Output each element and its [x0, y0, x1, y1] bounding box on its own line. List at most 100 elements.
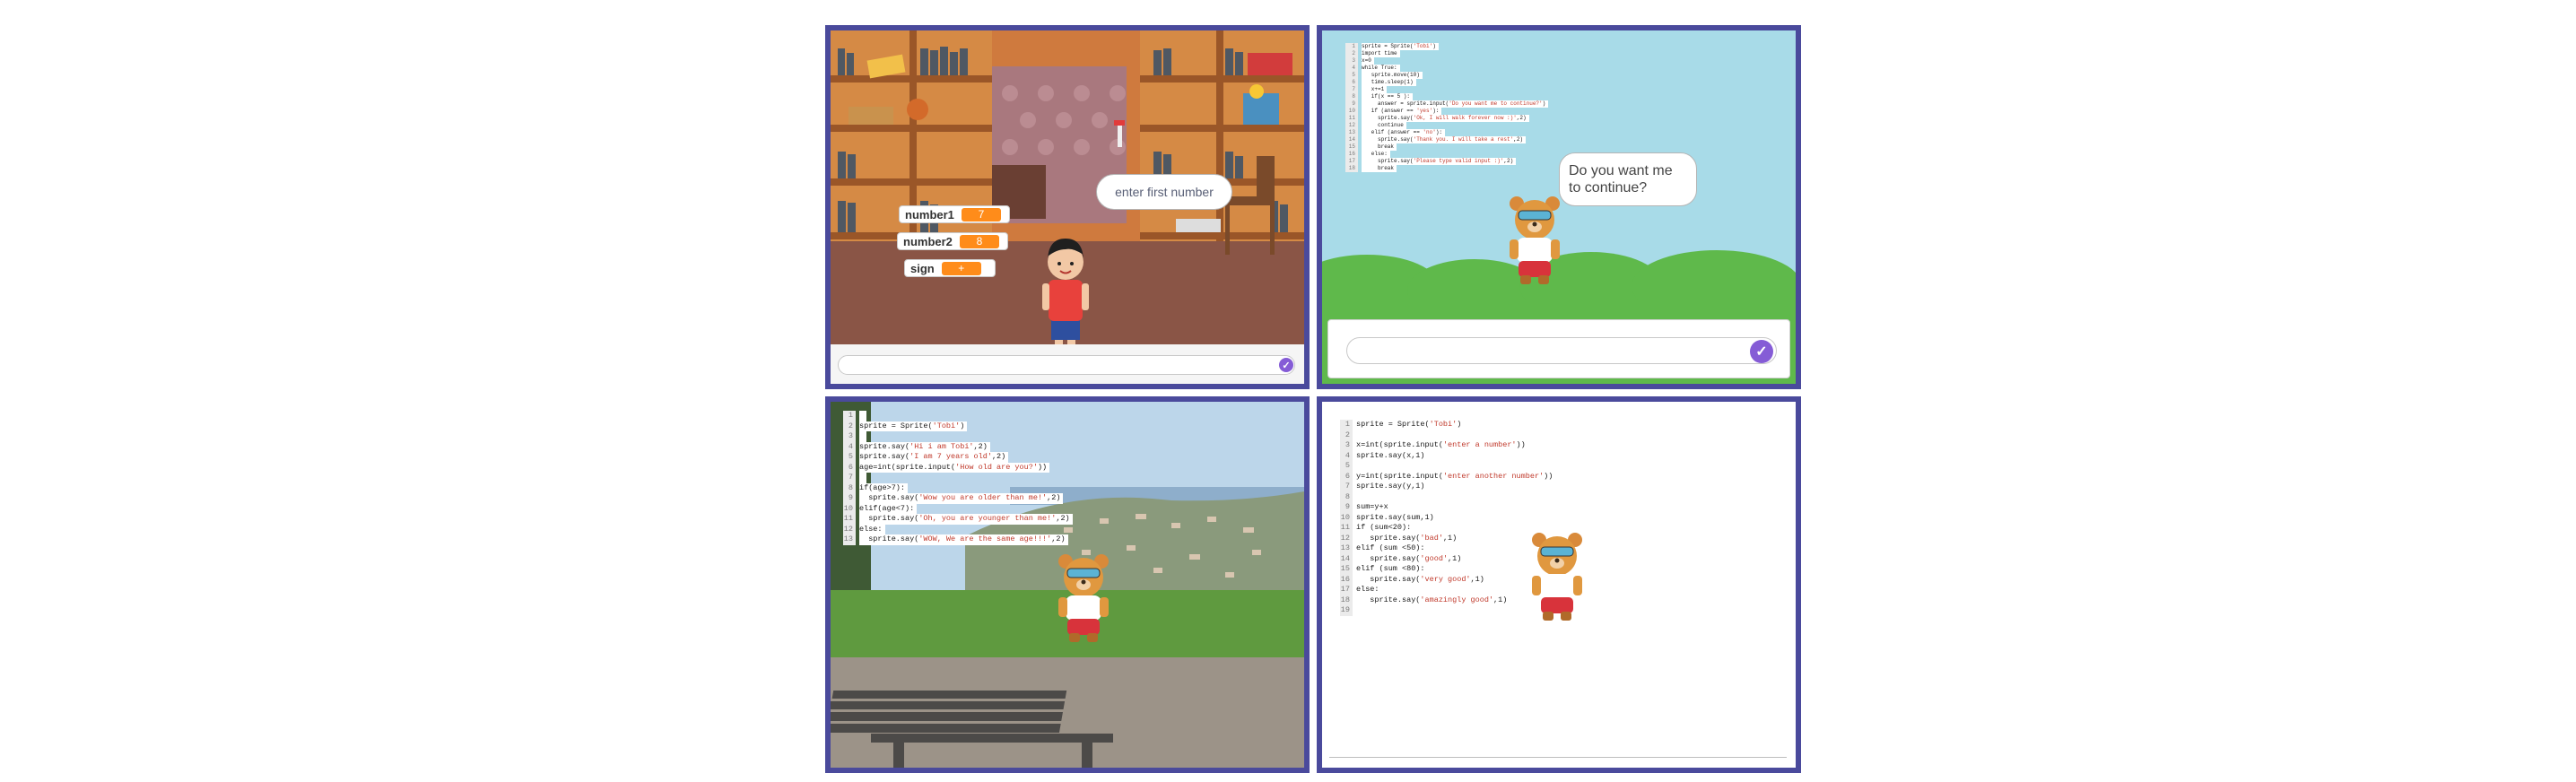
code-line: 3 x=0 [1345, 57, 1548, 65]
line-number: 15 [1340, 564, 1353, 575]
line-number: 1 [1340, 420, 1353, 430]
code-line: 5 sprite.say('I am 7 years old',2) [843, 452, 1073, 463]
line-number: 4 [1345, 65, 1358, 72]
line-number: 9 [1345, 100, 1358, 108]
code-text: sprite = Sprite('Tobi') [859, 421, 968, 431]
code-text: continue [1362, 122, 1406, 129]
code-text: x=0 [1362, 57, 1374, 65]
code-text: sprite = Sprite('Tobi') [1362, 43, 1439, 50]
code-text: sprite.say('WOW, We are the same age!!!'… [859, 534, 1068, 545]
line-number: 5 [1340, 461, 1353, 472]
code-text [859, 431, 867, 442]
line-number: 12 [1345, 122, 1358, 129]
code-text: sprite.say('good',1) [1356, 553, 1465, 564]
code-line: 2 import time [1345, 50, 1548, 57]
line-number: 17 [1340, 585, 1353, 595]
monitor-label: number2 [903, 234, 953, 248]
line-number: 12 [1340, 533, 1353, 543]
line-number: 9 [1340, 502, 1353, 513]
line-number: 2 [843, 421, 856, 431]
code-line: 15 break [1345, 143, 1548, 151]
code-line: 4 sprite.say(x,1) [1340, 450, 1555, 461]
line-number: 15 [1345, 143, 1358, 151]
line-number: 12 [843, 524, 856, 534]
code-line: 6 y=int(sprite.input('enter another numbe… [1340, 471, 1556, 482]
line-number: 5 [1345, 72, 1358, 79]
code-line: 7 x+=1 [1345, 86, 1548, 93]
code-line: 10 if (answer == 'yes'): [1345, 108, 1548, 115]
code-text [859, 473, 867, 483]
code-line: 9 answer = sprite.input('Do you want me … [1345, 100, 1549, 108]
code-line: 3 x=int(sprite.input('enter a number')) [1340, 440, 1555, 451]
line-number: 16 [1345, 151, 1358, 158]
line-number: 19 [1340, 605, 1353, 616]
line-number: 7 [1345, 86, 1358, 93]
code-line: 5 sprite.move(10) [1345, 72, 1548, 79]
answer-input[interactable] [838, 355, 1295, 375]
line-number: 3 [1345, 57, 1358, 65]
code-line: 13 elif (answer == 'no'): [1345, 129, 1548, 136]
code-text: else: [859, 524, 885, 534]
stage-panel-walk: 1 sprite = Sprite('Tobi') 2 import time 3 x=0… [1317, 25, 1801, 389]
code-line: 7 sprite.say(y,1) [1340, 482, 1555, 492]
code-line: 3 [843, 431, 1073, 442]
code-text: elif (sum <50): [1356, 543, 1428, 554]
code-text: if(x == 5 ): [1362, 93, 1414, 100]
code-line: 12 continue [1345, 122, 1548, 129]
code-text: elif (sum <80): [1356, 564, 1428, 575]
code-line: 12 else: [843, 524, 1073, 534]
code-text: x=int(sprite.input('enter a number')) [1356, 440, 1528, 451]
code-text: sprite.say('Oh, you are younger than me!… [859, 514, 1073, 525]
line-number: 1 [843, 411, 856, 421]
code-line: 2 sprite = Sprite('Tobi') [843, 421, 1073, 431]
code-text: y=int(sprite.input('enter another number… [1356, 471, 1556, 482]
code-editor-overlay: 1 sprite = Sprite('Tobi') 2 import time 3 x=0… [1345, 43, 1549, 172]
code-text: sprite.say('I am 7 years old',2) [859, 452, 1009, 463]
answer-input[interactable] [1346, 337, 1777, 364]
code-text: sprite.say(sum,1) [1356, 512, 1437, 523]
line-number: 13 [1345, 129, 1358, 136]
line-number: 18 [1345, 165, 1358, 172]
code-text: elif (answer == 'no'): [1362, 129, 1446, 136]
code-line: 6 age=int(sprite.input('How old are you?'… [843, 462, 1073, 473]
check-circle-icon[interactable]: ✓ [1279, 358, 1293, 372]
answer-bar: ✓ [1327, 319, 1790, 378]
code-line: 16 else: [1345, 151, 1548, 158]
code-text: sprite.say(y,1) [1356, 482, 1428, 492]
line-number: 2 [1345, 50, 1358, 57]
code-line: 1 sprite = Sprite('Tobi') [1345, 43, 1548, 50]
line-number: 7 [843, 473, 856, 483]
bear-sprite [1532, 533, 1582, 621]
code-text: x+=1 [1362, 86, 1388, 93]
code-text: sprite.move(10) [1362, 72, 1423, 79]
code-text: sprite.say('bad',1) [1356, 533, 1460, 543]
monitor-label: sign [910, 261, 935, 275]
code-line: 7 [843, 473, 1073, 483]
code-line: 18 break [1345, 165, 1548, 172]
check-circle-icon[interactable]: ✓ [1750, 340, 1773, 363]
line-number: 8 [1340, 491, 1353, 502]
line-number: 14 [1340, 553, 1353, 564]
code-text [1356, 430, 1364, 440]
speech-bubble: Do you want me to continue? [1559, 152, 1697, 206]
code-line: 1 [843, 411, 1073, 421]
line-number: 4 [843, 441, 856, 452]
code-text: import time [1362, 50, 1400, 57]
stage-panel-sum: 1 sprite = Sprite('Tobi') 2 3 x=int(sprite.… [1317, 396, 1801, 773]
code-text: sprite.say('amazingly good',1) [1356, 595, 1510, 605]
variable-monitor-number2: number2 8 [897, 232, 1008, 250]
code-editor-overlay: 1 2 sprite = Sprite('Tobi') 3 4 sprite.say(… [843, 411, 1073, 545]
variable-monitor-number1: number1 7 [899, 205, 1010, 223]
line-number: 8 [843, 482, 856, 493]
monitor-label: number1 [905, 207, 954, 222]
line-number: 7 [1340, 482, 1353, 492]
code-line: 2 [1340, 430, 1555, 440]
code-text: if (sum<20): [1356, 523, 1414, 534]
code-line: 13 sprite.say('WOW, We are the same age!… [843, 534, 1073, 545]
line-number: 18 [1340, 595, 1353, 605]
line-number: 4 [1340, 450, 1353, 461]
code-line: 1 sprite = Sprite('Tobi') [1340, 420, 1555, 430]
monitor-value: + [941, 261, 981, 275]
monitor-value: 8 [959, 234, 999, 248]
code-text: sprite.say('Hi i am Tobi',2) [859, 441, 990, 452]
